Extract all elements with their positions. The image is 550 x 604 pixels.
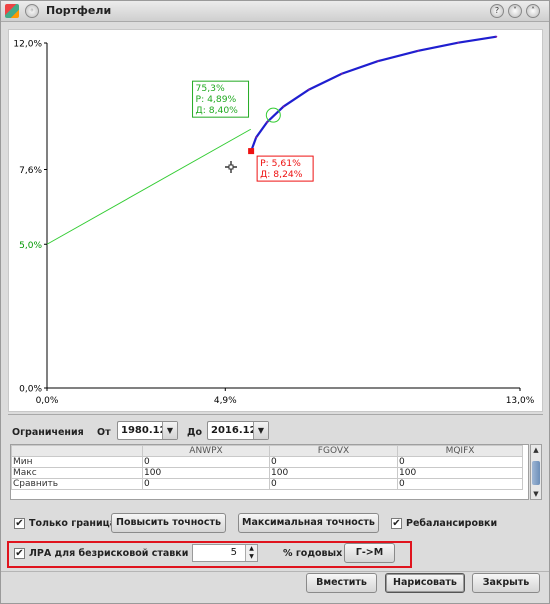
rebalancing-checkbox[interactable]: ✔ — [391, 518, 402, 529]
min-risk-annotation-text: Р: 5,61% — [260, 158, 301, 169]
max-precision-button[interactable]: Максимальная точность — [238, 513, 379, 533]
lra-label[interactable]: ЛРА для безрисковой ставки — [29, 548, 188, 559]
table-cell[interactable]: 0 — [142, 478, 270, 490]
table-cell[interactable]: 0 — [397, 478, 523, 490]
footer-separator — [1, 571, 549, 572]
table-header-fgovx[interactable]: FGOVX — [269, 445, 398, 457]
from-date-combo[interactable]: 1980.12 ▼ — [117, 421, 178, 440]
spinner-arrows-icon[interactable]: ▲ ▼ — [245, 545, 257, 561]
from-label: От — [97, 427, 111, 438]
table-cell[interactable]: 0 — [269, 456, 398, 468]
capital-market-line — [46, 128, 251, 245]
efficient-frontier-line — [250, 35, 497, 152]
constraints-table[interactable]: ANWPX FGOVX MQIFX Мин 0 0 0 Макс 100 100… — [10, 444, 529, 500]
maximize-button[interactable]: ˄ — [526, 4, 540, 18]
frontier-point — [255, 136, 258, 139]
frontier-point — [266, 121, 269, 123]
frontier-point — [377, 60, 379, 63]
table-cell[interactable]: 0 — [269, 478, 398, 490]
frontier-point — [495, 35, 498, 38]
table-cell[interactable]: 100 — [142, 467, 270, 479]
frontier-point — [282, 105, 285, 108]
y-tick-label: 12,0% — [13, 40, 42, 50]
constraints-label: Ограничения — [12, 427, 84, 438]
from-date-value: 1980.12 — [121, 425, 167, 436]
frontier-point — [308, 88, 310, 91]
title-bar[interactable]: ◦ Портфели ? ˅ ˄ — [1, 1, 549, 22]
row-label-max: Макс — [11, 467, 143, 479]
window-menu-icon[interactable]: ◦ — [25, 4, 39, 18]
table-header-mqifx[interactable]: MQIFX — [397, 445, 523, 457]
only-border-checkbox[interactable]: ✔ — [14, 518, 25, 529]
convert-button[interactable]: Г->М — [344, 543, 395, 563]
portfolios-window: ◦ Портфели ? ˅ ˄ 12,0% 7,6% 5,0% 0,0% 0,0% 4,… — [0, 0, 550, 604]
table-header-corner — [11, 445, 143, 457]
tangency-annotation-text: Д: 8,40% — [196, 105, 239, 116]
scroll-up-icon[interactable]: ▲ — [531, 445, 541, 455]
frontier-point — [457, 41, 460, 44]
table-scrollbar[interactable]: ▲ ▼ — [530, 444, 542, 500]
scroll-down-icon[interactable]: ▼ — [531, 489, 541, 499]
lra-checkbox[interactable]: ✔ — [14, 548, 25, 559]
close-button[interactable]: Закрыть — [472, 573, 540, 593]
percent-per-year-label: % годовых — [283, 548, 343, 559]
min-risk-point-marker[interactable] — [248, 148, 255, 155]
y-tick-label: 0,0% — [19, 385, 42, 395]
scroll-thumb[interactable] — [532, 461, 540, 485]
help-button[interactable]: ? — [490, 4, 504, 18]
minimize-button[interactable]: ˅ — [508, 4, 522, 18]
chart-divider — [8, 414, 543, 415]
to-date-value: 2016.12 — [211, 425, 257, 436]
rebalancing-label[interactable]: Ребалансировки — [406, 518, 497, 529]
y-tick-label: 5,0% — [19, 241, 42, 251]
to-date-combo[interactable]: 2016.12 ▼ — [207, 421, 269, 440]
chevron-down-icon[interactable]: ▼ — [162, 422, 177, 439]
row-label-min: Мин — [11, 456, 143, 468]
table-cell[interactable]: 0 — [142, 456, 270, 468]
draw-button[interactable]: Нарисовать — [385, 573, 465, 593]
min-risk-annotation-text: Д: 8,24% — [260, 169, 303, 180]
to-label: До — [187, 427, 202, 438]
tangency-annotation-text: Р: 4,89% — [196, 94, 237, 105]
only-border-label[interactable]: Только граница — [29, 518, 116, 529]
crosshair-center — [228, 164, 234, 170]
frontier-point — [417, 49, 420, 52]
table-row: Макс 100 100 100 — [11, 467, 523, 479]
x-tick-label: 4,9% — [214, 396, 237, 406]
raise-precision-button[interactable]: Повысить точность — [111, 513, 226, 533]
row-label-compare: Сравнить — [11, 478, 143, 490]
table-cell[interactable]: 100 — [397, 467, 523, 479]
tangency-annotation-text: 75,3% — [196, 83, 225, 94]
table-row: Сравнить 0 0 0 — [11, 478, 523, 490]
frontier-point — [340, 72, 343, 75]
fit-button[interactable]: Вместить — [306, 573, 377, 593]
table-cell[interactable]: 0 — [397, 456, 523, 468]
chevron-down-icon[interactable]: ▼ — [253, 422, 268, 439]
chart-canvas[interactable]: 12,0% 7,6% 5,0% 0,0%0,0% 4,9% 13,0% 75,3%Р: 4,… — [9, 30, 544, 413]
rate-value[interactable]: 5 — [231, 547, 237, 558]
rate-spinner[interactable]: 5 ▲ ▼ — [192, 544, 258, 562]
table-cell[interactable]: 100 — [269, 467, 398, 479]
efficient-frontier-chart[interactable]: 12,0% 7,6% 5,0% 0,0% 0,0% 4,9% 13,0% 75,3% Р: 4,… — [8, 29, 543, 412]
table-header-anwpx[interactable]: ANWPX — [142, 445, 270, 457]
x-tick-label: 0,0% — [36, 396, 59, 406]
x-tick-label: 13,0% — [506, 396, 535, 406]
y-tick-label: 7,6% — [19, 166, 42, 176]
window-title: Портфели — [46, 4, 112, 17]
table-row: Мин 0 0 0 — [11, 456, 523, 468]
app-icon — [5, 4, 19, 18]
